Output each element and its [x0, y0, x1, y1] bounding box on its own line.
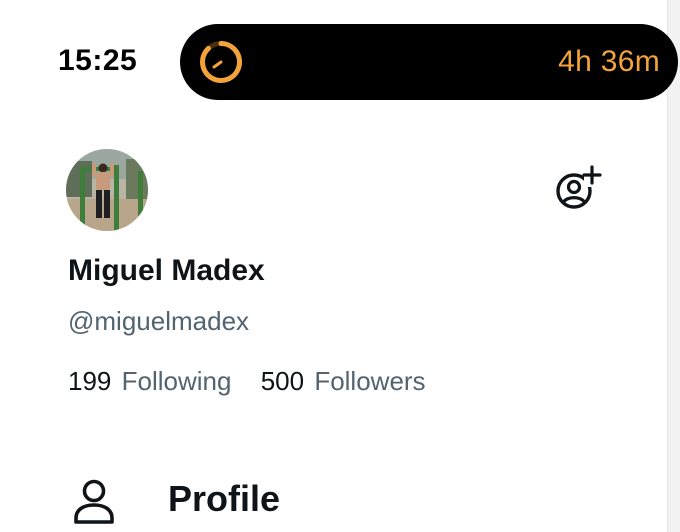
status-time: 15:25 [58, 44, 138, 77]
nav-item-profile[interactable]: Profile [64, 470, 464, 532]
timer-ring-icon [200, 41, 243, 83]
followers-stat[interactable]: 500 Followers [261, 366, 426, 397]
follow-stats: 199 Following 500 Followers [68, 366, 426, 397]
timer-remaining: 4h 36m [558, 45, 660, 78]
nav-item-label: Profile [168, 478, 281, 519]
add-account-icon[interactable] [552, 163, 602, 213]
followers-count: 500 [260, 366, 305, 396]
followers-label: Followers [314, 366, 426, 396]
user-handle: @miguelmadex [68, 306, 250, 336]
avatar[interactable] [66, 149, 148, 231]
live-activity-island[interactable]: 4h 36m [180, 24, 678, 100]
avatar-photo [66, 149, 148, 231]
following-stat[interactable]: 199 Following [68, 366, 231, 397]
display-name[interactable]: Miguel Madex [68, 254, 265, 288]
following-count: 199 [68, 366, 112, 396]
person-icon [74, 479, 114, 524]
following-label: Following [121, 366, 232, 396]
